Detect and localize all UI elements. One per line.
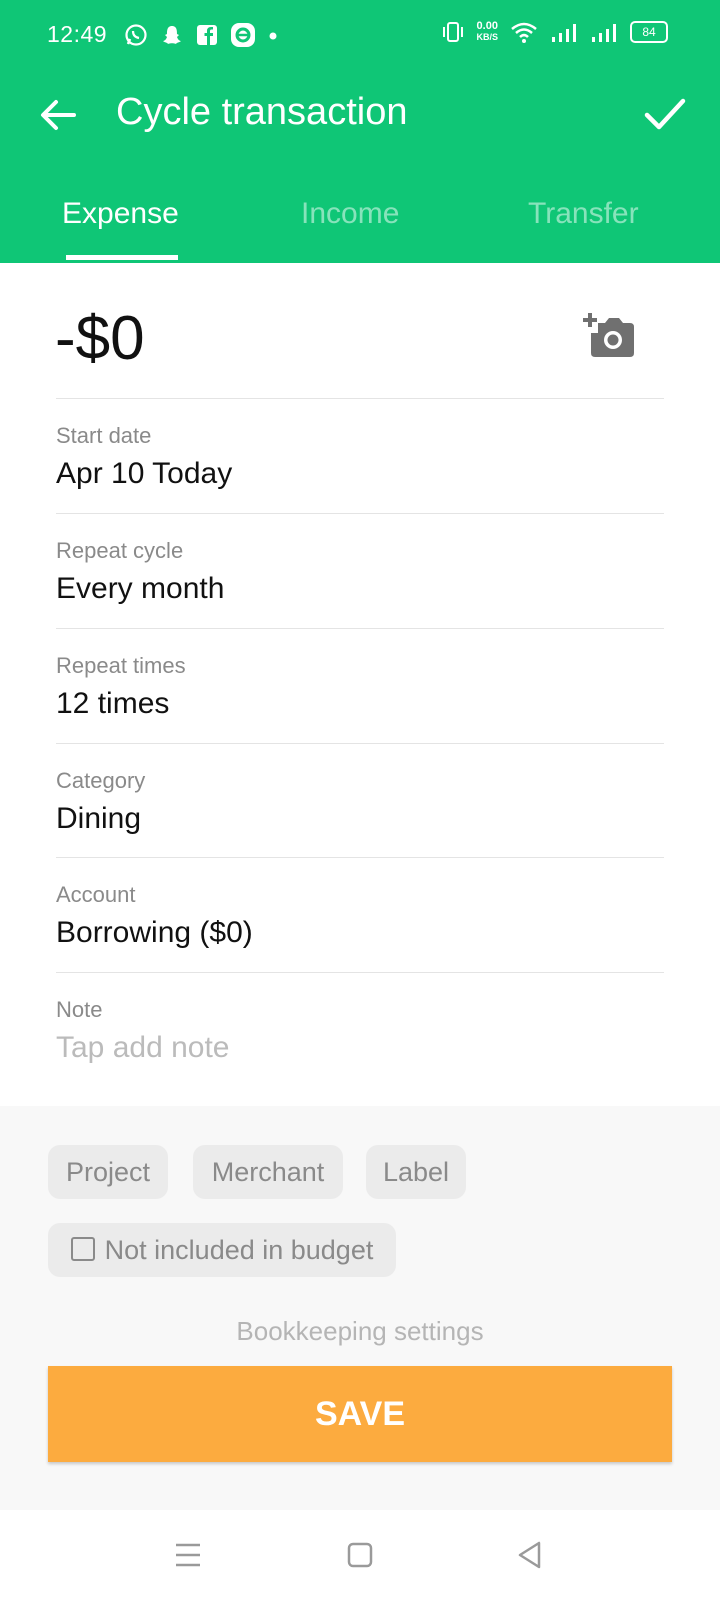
add-photo-icon[interactable] — [583, 313, 639, 363]
field-label: Category — [56, 768, 146, 793]
field-category[interactable]: Category Dining — [56, 743, 664, 860]
checkmark-icon[interactable] — [640, 89, 690, 139]
budget-checkbox[interactable]: Not included in budget — [48, 1223, 396, 1277]
status-bar: 12:49 0.00 KB/S 84 — [0, 0, 720, 70]
active-tab-indicator — [66, 255, 178, 260]
status-time: 12:49 — [47, 21, 108, 47]
field-label: Start date — [56, 423, 152, 448]
notification-icon — [231, 23, 255, 47]
back-icon[interactable] — [505, 1530, 555, 1580]
field-label: Repeat times — [56, 653, 186, 678]
field-label: Account — [56, 882, 136, 907]
tab-transfer[interactable]: Transfer — [528, 197, 639, 231]
field-repeat-times[interactable]: Repeat times 12 times — [56, 628, 664, 745]
home-icon[interactable] — [335, 1530, 385, 1580]
wifi-icon — [511, 22, 537, 43]
field-value: Borrowing ($0) — [56, 916, 253, 949]
whatsapp-icon — [125, 24, 147, 46]
facebook-icon — [197, 25, 217, 45]
transaction-form: -$0 Start date Apr 10 Today Repeat cycle… — [0, 263, 720, 1106]
menu-icon[interactable] — [163, 1530, 213, 1580]
battery-icon: 84 — [630, 21, 668, 43]
chip-project[interactable]: Project — [48, 1145, 168, 1199]
field-account[interactable]: Account Borrowing ($0) — [56, 857, 664, 974]
tab-expense[interactable]: Expense — [62, 197, 179, 231]
dot-icon — [269, 32, 277, 40]
chip-merchant[interactable]: Merchant — [193, 1145, 343, 1199]
app-header: 12:49 0.00 KB/S 84 Cycle transaction Exp… — [0, 0, 720, 263]
snapchat-icon — [163, 26, 181, 44]
signal-icon-2 — [592, 24, 616, 42]
field-value: Apr 10 Today — [56, 457, 233, 490]
vibrate-icon — [443, 22, 464, 42]
note-input[interactable]: Tap add note — [56, 1031, 229, 1065]
field-start-date[interactable]: Start date Apr 10 Today — [56, 398, 664, 515]
field-label: Repeat cycle — [56, 538, 184, 563]
type-tabs: Expense Income Transfer — [0, 185, 720, 263]
tab-income[interactable]: Income — [301, 197, 399, 231]
signal-icon — [552, 24, 576, 42]
checkbox-icon — [70, 1236, 95, 1261]
field-value: Every month — [56, 572, 225, 605]
save-button[interactable]: SAVE — [48, 1366, 672, 1462]
amount-display[interactable]: -$0 — [55, 303, 145, 374]
field-label: Note — [56, 997, 103, 1022]
field-note[interactable]: Note Tap add note — [56, 972, 664, 1089]
field-value: Dining — [56, 802, 142, 835]
chip-label[interactable]: Label — [366, 1145, 466, 1199]
field-value: 12 times — [56, 687, 170, 720]
title-bar: Cycle transaction — [0, 75, 720, 155]
net-speed: 0.00 KB/S — [476, 20, 498, 43]
budget-checkbox-label: Not included in budget — [104, 1235, 374, 1265]
system-nav-bar — [0, 1510, 720, 1600]
back-arrow-icon[interactable] — [34, 91, 82, 139]
bookkeeping-settings-link[interactable]: Bookkeeping settings — [0, 1316, 720, 1347]
page-title: Cycle transaction — [116, 91, 408, 133]
field-repeat-cycle[interactable]: Repeat cycle Every month — [56, 513, 664, 630]
